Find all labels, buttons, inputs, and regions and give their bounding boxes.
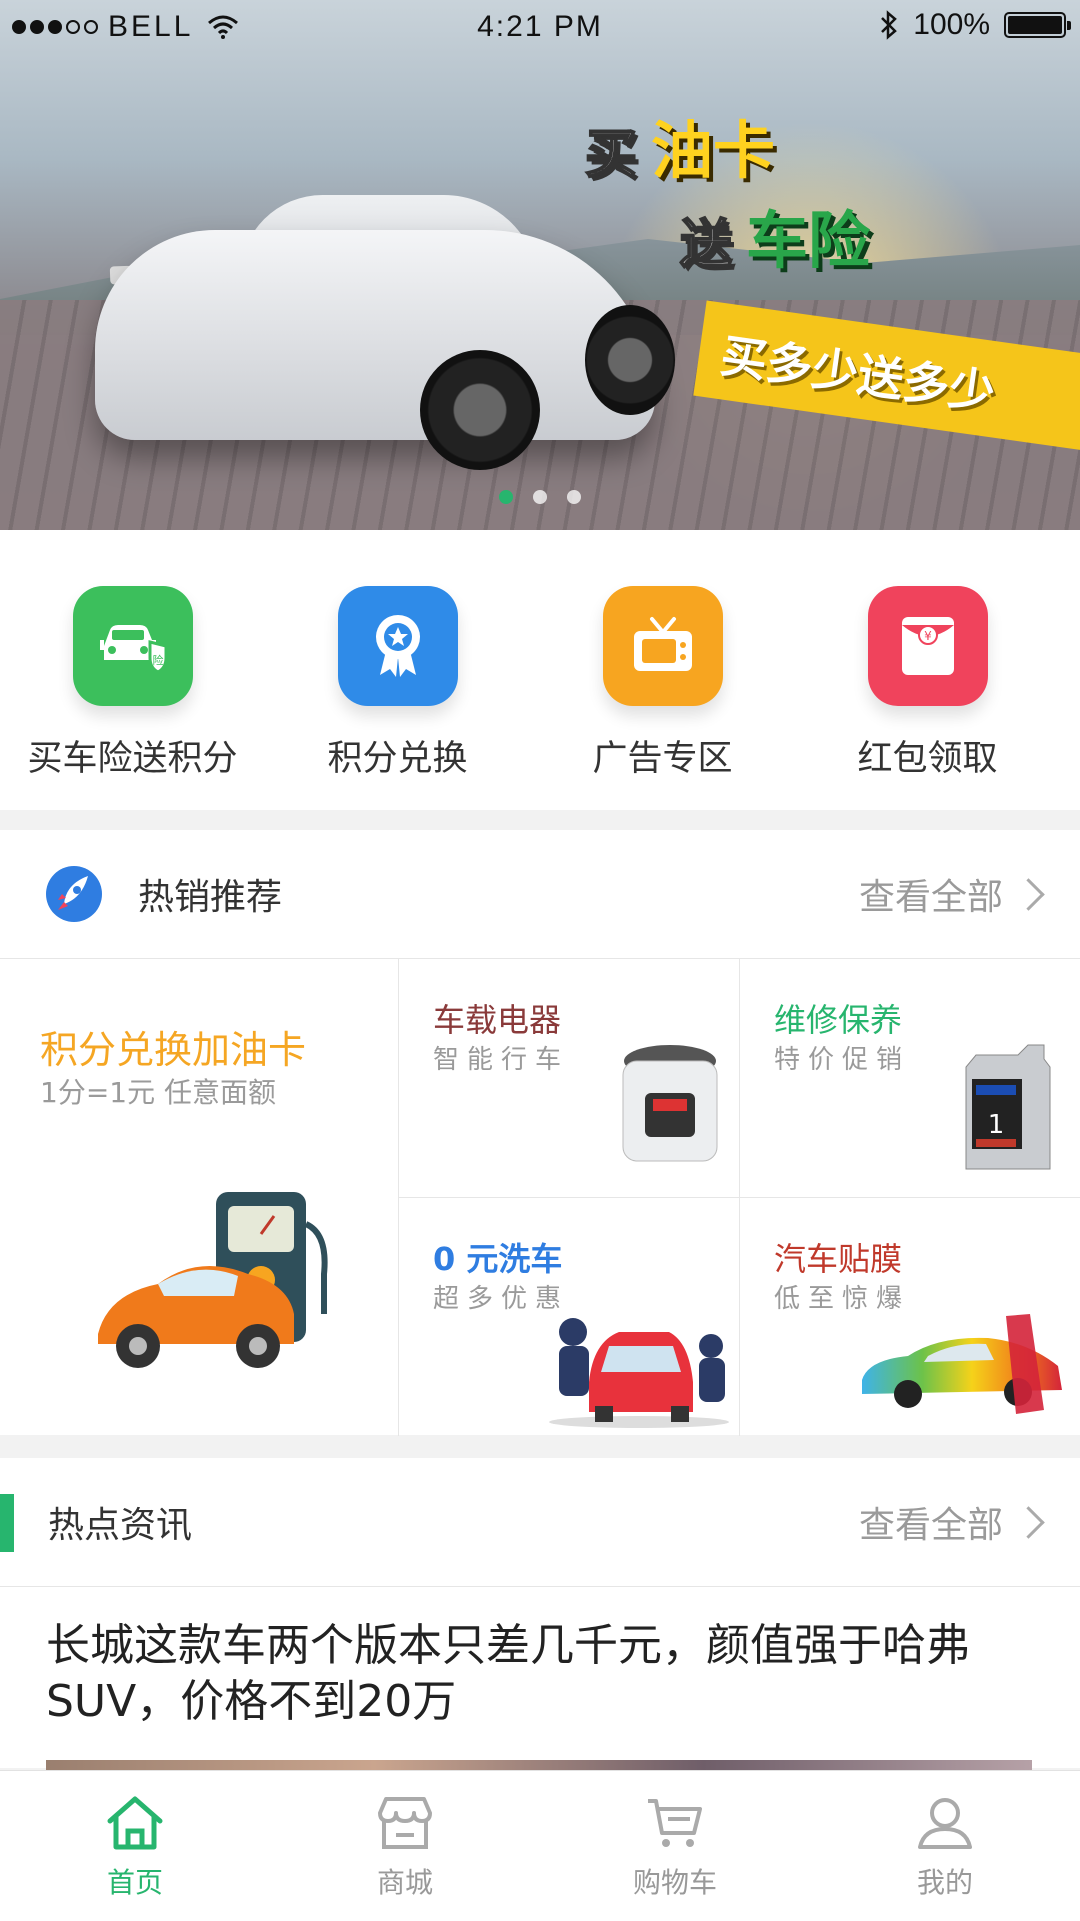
battery-percent: 100% [913, 8, 990, 41]
battery-icon [1004, 12, 1071, 38]
promo-banner[interactable]: 买油卡 送车险 买多少送多少 [0, 0, 1080, 530]
rocket-icon [46, 866, 102, 922]
quick-item-ads[interactable]: 广告专区 [530, 530, 795, 810]
quick-item-label: 广告专区 [592, 739, 733, 779]
quick-item-red-envelope[interactable]: ¥ 红包领取 [795, 530, 1060, 810]
tab-store[interactable]: 商城 [270, 1771, 540, 1921]
category-title: 0 元洗车 [433, 1240, 563, 1278]
category-title: 车载电器 [433, 1001, 562, 1039]
tab-label: 购物车 [632, 1866, 717, 1899]
home-icon [107, 1796, 163, 1850]
chevron-right-icon [1012, 1505, 1045, 1539]
category-subtitle: 特价促销 [774, 1045, 911, 1075]
news-view-all-link[interactable]: 查看全部 [858, 1458, 1045, 1586]
category-car-electronics[interactable]: 车载电器 智能行车 [399, 959, 740, 1198]
svg-text:险: 险 [152, 653, 163, 667]
promo-line-1: 买油卡 [584, 100, 776, 190]
category-free-car-wash[interactable]: 0 元洗车 超多优惠 [399, 1198, 740, 1436]
red-envelope-icon: ¥ [867, 586, 988, 706]
status-bar: BELL 4:21 PM 100% [0, 0, 1080, 54]
tab-home[interactable]: 首页 [0, 1771, 270, 1921]
carousel-dot[interactable] [533, 490, 547, 504]
promo-fuel-card: 油卡 [651, 114, 776, 187]
hot-section-header: 热销推荐 查看全部 [0, 830, 1080, 959]
engine-oil-image: 1 [965, 1044, 1051, 1170]
bottom-tab-bar: 首页 商城 购物车 我的 [0, 1770, 1080, 1921]
promo-give: 送 [679, 214, 733, 276]
cart-icon [648, 1799, 702, 1847]
hot-section-title: 热销推荐 [138, 877, 283, 918]
promo-buy: 买 [584, 124, 638, 186]
view-all-label: 查看全部 [858, 1505, 1003, 1546]
quick-item-label: 红包领取 [857, 739, 998, 779]
quick-item-insurance-points[interactable]: 险 买车险送积分 [0, 530, 265, 810]
quick-item-points-exchange[interactable]: 积分兑换 [265, 530, 530, 810]
profile-icon [918, 1798, 972, 1849]
quick-item-label: 积分兑换 [327, 739, 468, 779]
svg-text:1: 1 [988, 1110, 1005, 1140]
promo-line-2: 送车险 [679, 190, 871, 280]
news-section-header: 热点资讯 查看全部 [0, 1458, 1080, 1587]
hot-section: 热销推荐 查看全部 积分兑换加油卡 1分=1元 任意面额 车载电器 智能行车 维… [0, 830, 1080, 1436]
car-insurance-icon: 险 [72, 586, 193, 706]
category-car-film[interactable]: 汽车贴膜 低至惊爆 [740, 1198, 1080, 1436]
promo-car-insurance: 车险 [746, 204, 871, 277]
promo-card-title: 积分兑换加油卡 [40, 1028, 307, 1072]
news-headline[interactable]: 长城这款车两个版本只差几千元，颜值强于哈弗SUV，价格不到20万 [46, 1618, 1026, 1730]
news-section-title: 热点资讯 [48, 1505, 193, 1546]
tab-label: 我的 [916, 1866, 973, 1899]
medal-icon [337, 586, 458, 706]
car-wheel [585, 305, 675, 415]
car-film-image [862, 1314, 1062, 1414]
store-icon [378, 1797, 432, 1849]
news-section: 热点资讯 查看全部 长城这款车两个版本只差几千元，颜值强于哈弗SUV，价格不到2… [0, 1458, 1080, 1780]
tab-label: 首页 [106, 1866, 163, 1899]
chevron-right-icon [1012, 877, 1045, 911]
view-all-label: 查看全部 [858, 877, 1003, 918]
category-subtitle: 智能行车 [433, 1045, 570, 1075]
fuel-pump-car-illustration [98, 1192, 328, 1368]
tab-profile[interactable]: 我的 [810, 1771, 1080, 1921]
bluetooth-icon [881, 10, 898, 40]
section-accent-bar [0, 1494, 14, 1552]
tab-label: 商城 [376, 1866, 433, 1899]
rice-cooker-image [622, 1045, 718, 1162]
promo-card-fuel-card[interactable]: 积分兑换加油卡 1分=1元 任意面额 [0, 959, 399, 1436]
car-wheel [420, 350, 540, 470]
hot-view-all-link[interactable]: 查看全部 [858, 830, 1045, 958]
category-title: 汽车贴膜 [774, 1240, 903, 1278]
hot-grid: 积分兑换加油卡 1分=1元 任意面额 车载电器 智能行车 维修保养 特价促销 1… [0, 959, 1080, 1436]
car-image [95, 230, 655, 440]
category-title: 维修保养 [774, 1001, 903, 1039]
promo-card-subtitle: 1分=1元 任意面额 [40, 1076, 276, 1109]
category-maintenance[interactable]: 维修保养 特价促销 1 [740, 959, 1080, 1198]
quick-item-label: 买车险送积分 [27, 739, 238, 779]
car-wash-illustration [549, 1318, 729, 1428]
carousel-dots[interactable] [0, 490, 1080, 504]
tab-cart[interactable]: 购物车 [540, 1771, 810, 1921]
carousel-dot[interactable] [567, 490, 581, 504]
svg-text:¥: ¥ [924, 629, 932, 643]
carousel-dot-active[interactable] [499, 490, 513, 504]
quick-menu: 险 买车险送积分 积分兑换 广告专区 ¥ 红包领取 [0, 530, 1080, 810]
tv-icon [602, 586, 723, 706]
